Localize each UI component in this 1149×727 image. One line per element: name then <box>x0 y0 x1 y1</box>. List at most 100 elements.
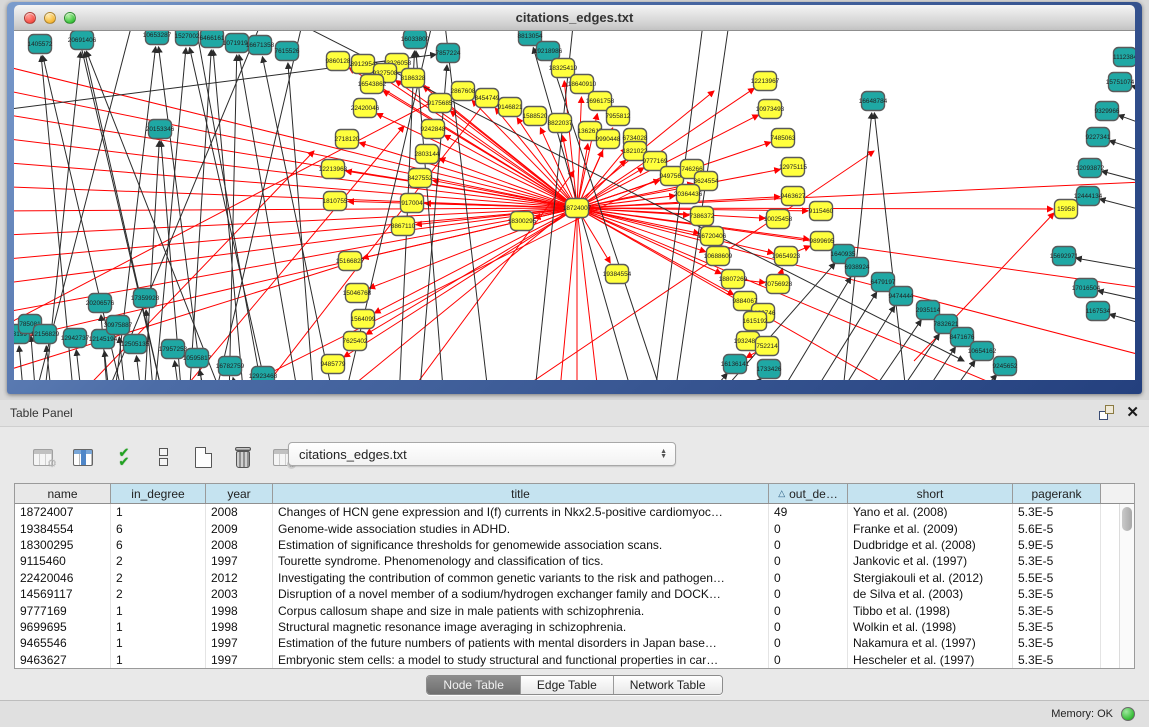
scrollbar-thumb[interactable] <box>1122 507 1132 531</box>
graph-node-20153346[interactable]: 20153346 <box>146 120 175 139</box>
graph-node-9115460[interactable]: 9115460 <box>809 202 834 221</box>
table-row[interactable]: 1830029562008Estimation of significance … <box>15 537 1119 553</box>
table-row[interactable]: 1872400712008Changes of HCN gene express… <box>15 504 1119 520</box>
cell-in_degree[interactable]: 1 <box>111 635 206 651</box>
cell-year[interactable]: 1997 <box>206 635 273 651</box>
cell-name[interactable]: 9115460 <box>15 553 111 569</box>
column-header-out_de[interactable]: △out_de… <box>769 484 848 503</box>
graph-node-7955812[interactable]: 7955812 <box>606 107 631 126</box>
cell-short[interactable]: de Silva et al. (2003) <box>848 586 1013 602</box>
cell-year[interactable]: 1997 <box>206 553 273 569</box>
graph-node-70756928[interactable]: 70756928 <box>764 275 793 294</box>
graph-node-16782759[interactable]: 16782759 <box>216 357 245 376</box>
graph-node-12444134[interactable]: 12444134 <box>1074 187 1103 206</box>
graph-node-17359928[interactable]: 17359928 <box>131 289 160 308</box>
graph-node-7615526[interactable]: 7615526 <box>275 42 300 61</box>
column-header-short[interactable]: short <box>848 484 1013 503</box>
cell-name[interactable]: 9465546 <box>15 635 111 651</box>
selection-mode-button[interactable]: ✔✔ <box>110 444 136 470</box>
cell-in_degree[interactable]: 1 <box>111 602 206 618</box>
graph-node-9860128[interactable]: 9860128 <box>326 52 351 71</box>
window-titlebar[interactable]: citations_edges.txt <box>14 5 1135 31</box>
graph-node-10973493[interactable]: 10973493 <box>756 100 785 119</box>
graph-node-12213967[interactable]: 12213967 <box>751 72 780 91</box>
cell-title[interactable]: Corpus callosum shape and size in male p… <box>273 602 769 618</box>
graph-node-18300295[interactable]: 18300295 <box>508 212 537 231</box>
graph-node-16648784[interactable]: 16648784 <box>859 92 888 111</box>
table-settings-button[interactable]: ⚙ <box>30 444 56 470</box>
cell-title[interactable]: Disruption of a novel member of a sodium… <box>273 586 769 602</box>
graph-node-1615192[interactable]: 1615192 <box>743 312 768 331</box>
cell-short[interactable]: Tibbo et al. (1998) <box>848 602 1013 618</box>
graph-node-1810755[interactable]: 1810755 <box>323 192 348 211</box>
graph-node-9899695[interactable]: 9899695 <box>810 232 835 251</box>
table-row[interactable]: 977716911998Corpus callosum shape and si… <box>15 602 1119 618</box>
graph-node-7386372[interactable]: 7386372 <box>690 207 715 226</box>
graph-node-1527002[interactable]: 1527002 <box>175 31 200 46</box>
cell-pagerank[interactable]: 5.3E-5 <box>1013 652 1101 668</box>
cell-out_de[interactable]: 0 <box>769 602 848 618</box>
cell-name[interactable]: 18724007 <box>15 504 111 520</box>
cell-title[interactable]: Structural magnetic resonance image aver… <box>273 619 769 635</box>
graph-node-15046768[interactable]: 15046768 <box>343 284 372 303</box>
column-header-year[interactable]: year <box>206 484 273 503</box>
graph-node-19654923[interactable]: 19654923 <box>772 247 801 266</box>
cell-out_de[interactable]: 0 <box>769 520 848 536</box>
close-window-button[interactable] <box>24 12 36 24</box>
graph-node-10025458[interactable]: 10025458 <box>764 210 793 229</box>
graph-node-917004[interactable]: 917004 <box>401 194 424 213</box>
graph-node-19218986[interactable]: 19218986 <box>534 42 563 61</box>
graph-node-752214[interactable]: 752214 <box>756 337 779 356</box>
cell-year[interactable]: 2008 <box>206 504 273 520</box>
cell-year[interactable]: 2009 <box>206 520 273 536</box>
graph-node-20206576[interactable]: 20206576 <box>86 294 115 313</box>
cell-short[interactable]: Wolkin et al. (1998) <box>848 619 1013 635</box>
graph-node-6466161[interactable]: 6466161 <box>200 31 225 48</box>
cell-short[interactable]: Hescheler et al. (1997) <box>848 652 1013 668</box>
graph-node-10653287[interactable]: 10653287 <box>143 31 172 45</box>
zoom-window-button[interactable] <box>64 12 76 24</box>
cell-name[interactable]: 9463627 <box>15 652 111 668</box>
graph-node-12213963[interactable]: 12213963 <box>319 160 348 179</box>
cell-name[interactable]: 9699695 <box>15 619 111 635</box>
graph-node-9474444[interactable]: 9474444 <box>889 287 914 306</box>
cell-name[interactable]: 19384554 <box>15 520 111 536</box>
graph-node-12942737[interactable]: 12942737 <box>61 329 90 348</box>
graph-node-15751074[interactable]: 15751074 <box>1106 73 1135 92</box>
minimize-window-button[interactable] <box>44 12 56 24</box>
tab-node-table[interactable]: Node Table <box>427 676 521 694</box>
graph-node-12923468[interactable]: 12923468 <box>249 367 278 381</box>
network-table-selector[interactable]: citations_edges.txt ▲▼ <box>288 442 676 466</box>
table-row[interactable]: 946554611997Estimation of the future num… <box>15 635 1119 651</box>
cell-pagerank[interactable]: 5.6E-5 <box>1013 520 1101 536</box>
table-row[interactable]: 1456911722003Disruption of a novel membe… <box>15 586 1119 602</box>
table-row[interactable]: 2242004622012Investigating the contribut… <box>15 570 1119 586</box>
table-row[interactable]: 946362711997Embryonic stem cells: a mode… <box>15 652 1119 668</box>
cell-in_degree[interactable]: 2 <box>111 553 206 569</box>
graph-node-9463627[interactable]: 9463627 <box>781 187 806 206</box>
graph-node-8867110[interactable]: 8867110 <box>391 217 416 236</box>
graph-node-16720406[interactable]: 16720406 <box>698 227 727 246</box>
graph-node-9146821[interactable]: 9146821 <box>498 98 523 117</box>
graph-node-15166827[interactable]: 15166827 <box>336 252 365 271</box>
graph-node-1733426[interactable]: 1733426 <box>757 360 782 379</box>
graph-node-8822037[interactable]: 8822037 <box>548 114 573 133</box>
cell-pagerank[interactable]: 5.3E-5 <box>1013 586 1101 602</box>
graph-node-1405572[interactable]: 1405572 <box>28 35 53 54</box>
cell-name[interactable]: 14569117 <box>15 586 111 602</box>
cell-title[interactable]: Estimation of significance thresholds fo… <box>273 537 769 553</box>
column-header-name[interactable]: name <box>15 484 111 503</box>
cell-title[interactable]: Changes of HCN gene expression and I(f) … <box>273 504 769 520</box>
memory-ok-indicator[interactable] <box>1121 707 1135 721</box>
cell-in_degree[interactable]: 6 <box>111 537 206 553</box>
cell-out_de[interactable]: 0 <box>769 586 848 602</box>
cell-year[interactable]: 1997 <box>206 652 273 668</box>
graph-node-12975115[interactable]: 12975115 <box>779 158 807 177</box>
cell-out_de[interactable]: 49 <box>769 504 848 520</box>
table-row[interactable]: 911546021997Tourette syndrome. Phenomeno… <box>15 553 1119 569</box>
graph-node-1564099[interactable]: 1564099 <box>351 310 376 329</box>
graph-node-16033809[interactable]: 16033809 <box>401 31 430 49</box>
citation-network-graph[interactable]: 1405572206914061065328715270026466161107… <box>14 31 1135 380</box>
cell-title[interactable]: Genome-wide association studies in ADHD. <box>273 520 769 536</box>
cell-pagerank[interactable]: 5.3E-5 <box>1013 619 1101 635</box>
